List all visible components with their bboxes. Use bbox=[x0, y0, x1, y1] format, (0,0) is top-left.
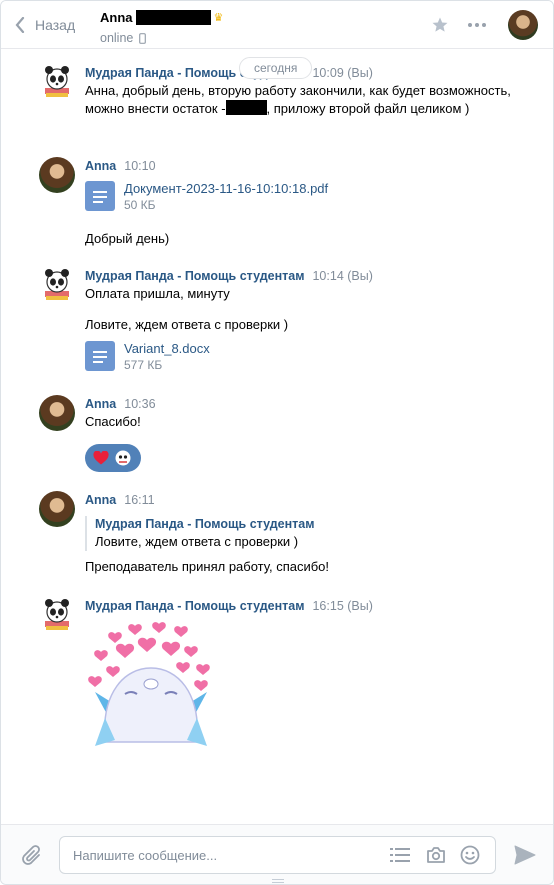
document-attachment[interactable]: Variant_8.docx 577 КБ bbox=[85, 341, 525, 375]
message-author[interactable]: Anna bbox=[85, 397, 116, 411]
document-size: 50 КБ bbox=[124, 198, 156, 212]
document-icon bbox=[85, 341, 115, 371]
document-name[interactable]: Variant_8.docx bbox=[124, 341, 210, 357]
message-author[interactable]: Anna bbox=[85, 159, 116, 173]
peer-name[interactable]: Anna bbox=[100, 10, 133, 25]
chat-window: Назад Anna ♛ online сегодня Мудрая Панда… bbox=[0, 0, 554, 885]
peer-status: online bbox=[100, 31, 134, 45]
anna-avatar[interactable] bbox=[39, 395, 75, 431]
message-time: 16:15 (Вы) bbox=[312, 598, 373, 613]
message-text: Добрый день) bbox=[85, 231, 170, 246]
resize-grip[interactable] bbox=[272, 879, 284, 883]
chat-header: Назад Anna ♛ online bbox=[1, 1, 553, 49]
message-text: Ловите, ждем ответа с проверки ) bbox=[85, 317, 289, 332]
more-icon[interactable] bbox=[467, 17, 487, 33]
reply-text: Ловите, ждем ответа с проверки ) bbox=[95, 534, 299, 549]
phone-icon bbox=[139, 32, 147, 44]
document-attachment[interactable]: Документ-2023-11-16-10:10:18.pdf 50 КБ bbox=[85, 181, 525, 215]
sticker-image[interactable] bbox=[85, 622, 217, 752]
redacted-amount bbox=[225, 100, 267, 115]
back-button[interactable]: Назад bbox=[15, 15, 75, 35]
redacted-surname bbox=[135, 10, 211, 25]
message-time: 16:11 bbox=[124, 492, 155, 507]
panda-mini-icon bbox=[115, 450, 131, 466]
message-text: Анна, добрый день, вторую работу закончи… bbox=[85, 83, 511, 116]
message-time: 10:14 (Вы) bbox=[312, 268, 373, 283]
heart-icon bbox=[93, 451, 109, 465]
star-icon[interactable] bbox=[431, 16, 449, 34]
message-input[interactable]: Напишите сообщение... bbox=[59, 836, 496, 874]
peer-info[interactable]: Anna ♛ online bbox=[100, 9, 223, 45]
message-composer: Напишите сообщение... bbox=[1, 824, 553, 884]
emoji-icon[interactable] bbox=[460, 845, 480, 865]
anna-avatar[interactable] bbox=[39, 157, 75, 193]
message-text: Оплата пришла, минуту bbox=[85, 286, 230, 301]
back-label: Назад bbox=[35, 17, 76, 33]
crown-icon: ♛ bbox=[213, 12, 224, 24]
send-icon[interactable] bbox=[514, 845, 536, 865]
templates-icon[interactable] bbox=[390, 846, 410, 864]
document-icon bbox=[85, 181, 115, 211]
document-name[interactable]: Документ-2023-11-16-10:10:18.pdf bbox=[124, 181, 328, 197]
chevron-left-icon bbox=[15, 17, 25, 33]
reaction-button[interactable] bbox=[85, 444, 141, 472]
message-input-placeholder: Напишите сообщение... bbox=[73, 848, 218, 863]
reply-author: Мудрая Панда - Помощь студентам bbox=[95, 517, 315, 531]
panda-avatar[interactable] bbox=[39, 64, 75, 100]
reply-quote[interactable]: Мудрая Панда - Помощь студентам Ловите, … bbox=[85, 516, 525, 551]
message-author[interactable]: Мудрая Панда - Помощь студентам bbox=[85, 599, 304, 613]
document-size: 577 КБ bbox=[124, 358, 163, 372]
message-time: 10:10 bbox=[124, 158, 156, 173]
camera-icon[interactable] bbox=[426, 846, 446, 864]
message-author[interactable]: Мудрая Панда - Помощь студентам bbox=[85, 269, 304, 283]
message-author[interactable]: Anna bbox=[85, 493, 116, 507]
date-separator: сегодня bbox=[239, 57, 313, 79]
panda-avatar[interactable] bbox=[39, 597, 75, 633]
peer-avatar[interactable] bbox=[508, 10, 538, 40]
message-time: 10:36 bbox=[124, 396, 156, 411]
message-text: Преподаватель принял работу, спасибо! bbox=[85, 559, 330, 574]
message-text: Спасибо! bbox=[85, 414, 141, 429]
message-time: 10:09 (Вы) bbox=[312, 65, 373, 80]
paperclip-icon[interactable] bbox=[21, 844, 43, 868]
anna-avatar[interactable] bbox=[39, 491, 75, 527]
panda-avatar[interactable] bbox=[39, 267, 75, 303]
